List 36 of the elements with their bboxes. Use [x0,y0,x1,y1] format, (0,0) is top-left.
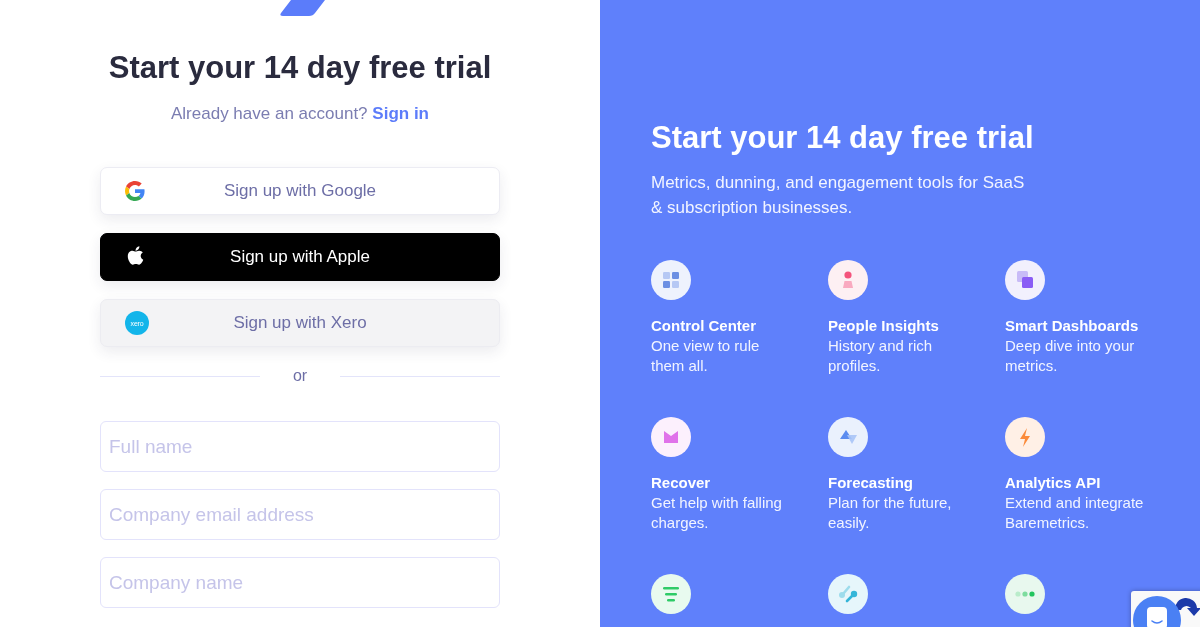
triangles-icon [828,417,868,457]
feature-description: Deep dive into your metrics. [1005,336,1136,376]
chat-icon [1147,607,1167,627]
signup-title: Start your 14 day free trial [108,50,492,86]
feature-title: Control Center [651,316,757,336]
input-field[interactable]: Company email address [100,489,500,540]
promo-title: Start your 14 day free trial [651,120,1035,156]
link-icon [828,574,868,614]
promo-description: Metrics, dunning, and engagement tools for SaaS & subscription businesses. [651,172,1026,219]
feature-title: People Insights [828,316,940,336]
divider-text: or [292,366,308,386]
input-field[interactable]: Full name [100,421,500,472]
signin-prompt: Already have an account? Sign in [171,103,429,125]
feature-title: Recover [651,473,712,493]
grid-icon [651,260,691,300]
feature-description: Get help with falling charges. [651,493,783,533]
person-icon [828,260,868,300]
feature-title: Forecasting [828,473,915,493]
logo-icon [279,0,325,16]
google-logo-icon [125,181,145,201]
dots-icon [1005,574,1045,614]
input-field[interactable]: Company name [100,557,500,608]
feature-description: History and rich profiles. [828,336,934,376]
feature-description: One view to rule them all. [651,336,761,376]
feature-description: Plan for the future, easily. [828,493,953,533]
feature-title: Analytics API [1005,473,1102,493]
google-signup-button[interactable]: Sign up with Google [100,167,500,215]
envelope-icon [651,417,691,457]
feature-title: Smart Dashboards [1005,316,1140,336]
stacked-squares-icon [1005,260,1045,300]
apple-signup-button[interactable]: Sign up with Apple [100,233,500,281]
feature-description: Extend and integrate Baremetrics. [1005,493,1145,533]
filter-lines-icon [651,574,691,614]
sign-in-link[interactable]: Sign in [372,104,429,123]
lightning-icon [1005,417,1045,457]
apple-logo-icon [125,245,146,266]
